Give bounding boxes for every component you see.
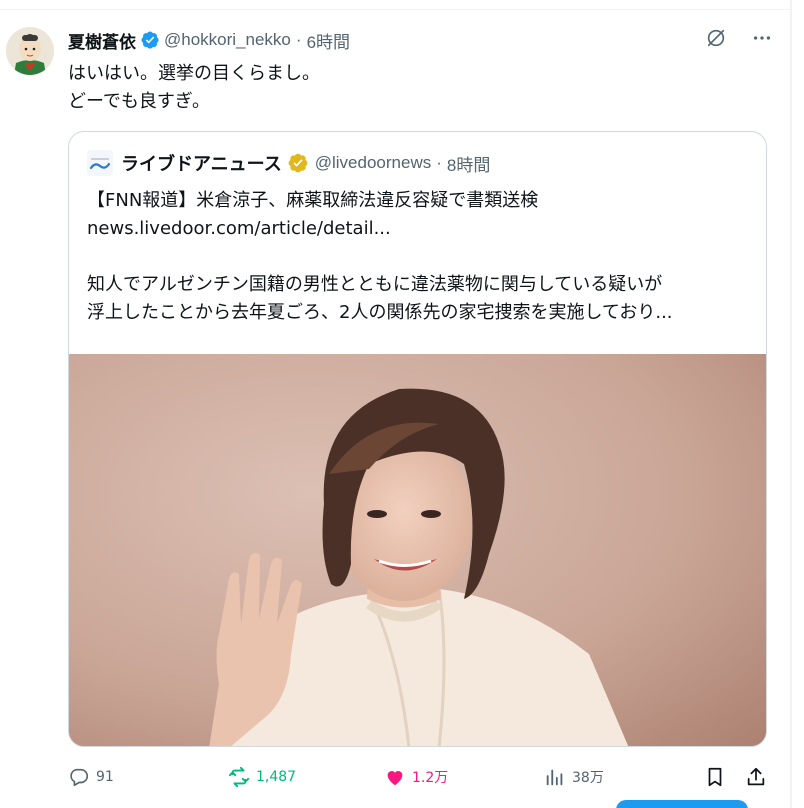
post-button-edge[interactable] [616,800,748,808]
avatar-illustration [6,27,54,75]
quoted-text-line: 【FNN報道】米倉涼子、麻薬取締法違反容疑で書類送検 [87,190,539,211]
repost-button[interactable]: 1,487 [228,762,296,792]
more-icon[interactable] [750,26,774,50]
bookmark-button[interactable] [704,762,726,792]
reply-count: 91 [96,769,114,785]
share-button[interactable] [745,762,767,792]
separator-dot: · [436,153,442,172]
quoted-text-line: 浮上したことから去年夏ごろ、2人の関係先の家宅捜索を実施しており... [87,302,673,323]
quoted-text-line: 知人でアルゼンチン国籍の男性とともに違法薬物に関与している疑いが [87,274,663,295]
quoted-tweet-photo[interactable] [69,354,766,746]
author-handle[interactable]: @hokkori_nekko [164,30,291,50]
tweet-action-bar: 91 1,487 1.2万 38万 [68,762,768,792]
quoted-tweet-header: ライブドアニュース @livedoornews · 8時間 [87,150,490,176]
author-avatar[interactable] [6,27,54,75]
verified-badge-icon [141,31,159,49]
tweet-header: 夏樹蒼依 @hokkori_nekko · 6時間 [68,28,350,53]
views-count: 38万 [572,770,604,786]
grok-icon[interactable] [704,26,728,50]
share-icon [747,767,765,786]
quoted-author-name[interactable]: ライブドアニュース [121,150,282,176]
quoted-tweet-card[interactable]: ライブドアニュース @livedoornews · 8時間 【FNN報道】米倉涼… [68,131,767,747]
tweet-text: はいはい。選挙の目くらまし。 どーでも良すぎ。 [68,60,768,116]
quoted-link[interactable]: news.livedoor.com/article/detail... [87,215,757,243]
bookmark-icon [708,767,722,787]
quoted-author-handle[interactable]: @livedoornews [315,153,431,173]
top-divider [0,0,790,10]
repost-count: 1,487 [256,769,297,785]
photo-woman-waving [69,354,766,746]
reply-button[interactable]: 91 [68,762,114,792]
tweet-top-actions [704,26,774,50]
like-icon [387,771,403,786]
repost-icon [228,766,250,788]
verified-badge-icon [288,153,308,173]
like-count: 1.2万 [412,770,449,786]
separator-dot: · [295,30,302,49]
column-border [790,0,792,808]
tweet-text-line: はいはい。選挙の目くらまし。 [68,63,320,84]
tweet-text-line: どーでも良すぎ。 [68,91,211,112]
author-name[interactable]: 夏樹蒼依 [68,28,136,53]
like-button[interactable]: 1.2万 [384,762,448,792]
reply-icon [70,768,89,787]
views-icon [546,769,563,786]
quoted-post-time[interactable]: 8時間 [447,151,490,176]
quoted-tweet-text: 【FNN報道】米倉涼子、麻薬取締法違反容疑で書類送検 news.livedoor… [87,187,757,327]
views-button[interactable]: 38万 [544,762,604,792]
livedoor-news-logo[interactable] [87,150,113,176]
post-time[interactable]: 6時間 [307,28,350,53]
